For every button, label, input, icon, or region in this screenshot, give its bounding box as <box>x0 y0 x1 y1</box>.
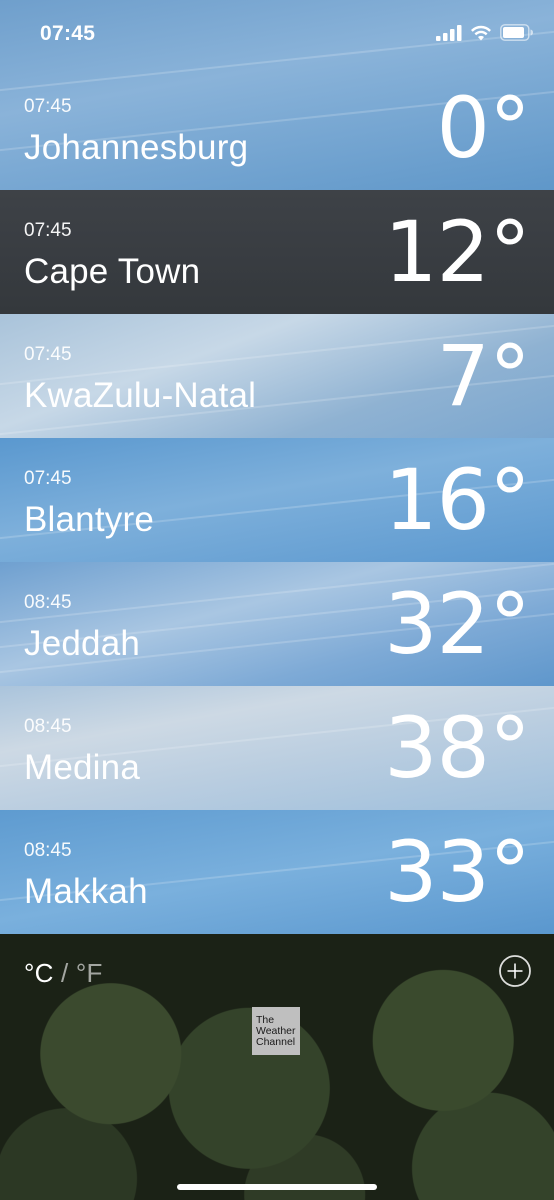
city-row[interactable]: 08:45 Jeddah 32° <box>0 562 554 686</box>
logo-line: Channel <box>256 1036 296 1048</box>
battery-icon <box>500 24 533 41</box>
status-time: 07:45 <box>40 22 96 45</box>
city-row[interactable]: 07:45 Cape Town 12° <box>0 190 554 314</box>
city-local-time: 07:45 <box>24 344 72 365</box>
weather-channel-logo[interactable]: The Weather Channel <box>252 1007 300 1055</box>
city-name: Makkah <box>24 872 148 911</box>
city-temperature: 38° <box>384 699 531 797</box>
city-local-time: 07:45 <box>24 220 72 241</box>
status-bar: 07:45 <box>0 0 554 68</box>
unit-toggle[interactable]: °C / °F <box>24 958 103 989</box>
city-row[interactable]: 08:45 Medina 38° <box>0 686 554 810</box>
city-name: KwaZulu-Natal <box>24 376 257 415</box>
city-local-time: 08:45 <box>24 592 72 613</box>
city-name: Medina <box>24 748 140 787</box>
unit-separator: / <box>53 958 76 988</box>
celsius-option[interactable]: °C <box>24 958 54 988</box>
city-local-time: 08:45 <box>24 840 72 861</box>
city-row[interactable]: 07:45 KwaZulu-Natal 7° <box>0 314 554 438</box>
city-temperature: 16° <box>384 451 531 549</box>
city-name: Blantyre <box>24 500 154 539</box>
city-local-time: 08:45 <box>24 716 72 737</box>
city-list: 07:45 Johannesburg 0° 07:45 Cape Town 12… <box>0 0 554 934</box>
city-temperature: 7° <box>436 327 531 425</box>
city-name: Jeddah <box>24 624 141 663</box>
weather-app-screen: 07:45 Johannesburg 0° 07:45 Cape Town 12… <box>0 0 554 1200</box>
city-temperature: 33° <box>384 823 531 921</box>
footer-bar: °C / °F The Weather Channel <box>0 934 554 1200</box>
city-local-time: 07:45 <box>24 468 72 489</box>
city-name: Cape Town <box>24 252 201 291</box>
signal-icon <box>436 24 462 41</box>
wifi-icon <box>471 25 491 40</box>
city-name: Johannesburg <box>24 128 249 167</box>
city-row[interactable]: 07:45 Blantyre 16° <box>0 438 554 562</box>
plus-circle-icon[interactable] <box>498 954 532 988</box>
city-temperature: 12° <box>384 203 531 301</box>
home-indicator[interactable] <box>177 1184 377 1190</box>
status-icons <box>436 24 534 41</box>
city-temperature: 0° <box>436 79 531 177</box>
fahrenheit-option[interactable]: °F <box>76 958 103 988</box>
city-local-time: 07:45 <box>24 96 72 117</box>
city-temperature: 32° <box>384 575 531 673</box>
city-row[interactable]: 08:45 Makkah 33° <box>0 810 554 934</box>
